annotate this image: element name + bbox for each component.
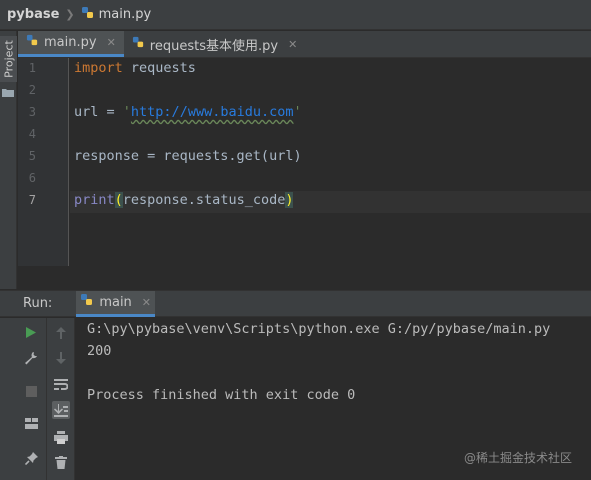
python-icon bbox=[80, 293, 94, 311]
line-number: 5 bbox=[28, 149, 36, 163]
pin-icon[interactable] bbox=[22, 449, 40, 467]
navigation-bar: pybase ❯ main.py bbox=[0, 0, 591, 30]
close-icon[interactable]: ✕ bbox=[288, 38, 297, 51]
run-tab-label: main bbox=[99, 294, 132, 310]
line-number: 3 bbox=[28, 105, 36, 119]
run-tab-main[interactable]: main ✕ bbox=[76, 290, 156, 317]
line-number: 2 bbox=[28, 83, 36, 97]
wrench-icon[interactable] bbox=[22, 349, 40, 367]
code-line-3: url = 'http://www.baidu.com' bbox=[74, 104, 302, 120]
python-file-icon bbox=[132, 36, 145, 53]
console-line: 200 bbox=[87, 343, 112, 359]
stop-icon[interactable] bbox=[22, 382, 40, 400]
code-line-1: import requests bbox=[74, 60, 196, 76]
code-text: url = bbox=[74, 104, 123, 120]
python-file-icon bbox=[81, 6, 95, 24]
arrow-up-icon[interactable] bbox=[52, 324, 70, 342]
editor-tab-bar: main.py ✕ requests基本使用.py ✕ bbox=[18, 31, 591, 58]
code-line-7: print(response.status_code) bbox=[74, 192, 294, 208]
run-toolbar-primary bbox=[0, 318, 47, 480]
chevron-right-icon: ❯ bbox=[65, 8, 75, 21]
code-line-5: response = requests.get(url) bbox=[74, 148, 302, 164]
layout-icon[interactable] bbox=[22, 414, 40, 432]
console-line: G:\py\pybase\venv\Scripts\python.exe G:/… bbox=[87, 321, 551, 337]
url-string[interactable]: http://www.baidu.com bbox=[131, 104, 294, 120]
line-number-gutter[interactable]: 1 2 3 4 5 6 7 bbox=[18, 58, 69, 266]
folder-icon[interactable] bbox=[2, 82, 14, 97]
python-file-icon bbox=[26, 34, 39, 51]
line-number: 4 bbox=[28, 127, 36, 141]
rerun-icon[interactable] bbox=[22, 323, 40, 341]
close-icon[interactable]: ✕ bbox=[142, 296, 151, 309]
string-quote: ' bbox=[293, 104, 302, 120]
code-text: requests bbox=[122, 60, 196, 76]
editor-bottom-space bbox=[18, 266, 591, 289]
keyword: import bbox=[74, 60, 123, 76]
line-number-current: 7 bbox=[28, 193, 36, 207]
project-tab-label: Project bbox=[2, 40, 15, 78]
console-line: Process finished with exit code 0 bbox=[87, 387, 356, 403]
scroll-to-end-icon[interactable] bbox=[52, 401, 70, 419]
matched-paren: ( bbox=[114, 192, 123, 208]
code-text: response = requests.get(url) bbox=[74, 148, 302, 164]
string-quote: ' bbox=[122, 104, 131, 120]
watermark: @稀土掘金技术社区 bbox=[464, 451, 573, 465]
print-icon[interactable] bbox=[52, 428, 70, 446]
tab-requests-basic[interactable]: requests基本使用.py ✕ bbox=[124, 31, 306, 57]
code-text: response.status_code bbox=[122, 192, 286, 208]
close-icon[interactable]: ✕ bbox=[107, 36, 116, 49]
run-toolwindow-header: Run: main ✕ bbox=[0, 290, 591, 317]
line-number: 6 bbox=[28, 171, 36, 185]
project-tool-tab[interactable]: Project bbox=[0, 36, 17, 82]
matched-paren: ) bbox=[285, 192, 294, 208]
soft-wrap-icon[interactable] bbox=[52, 376, 70, 394]
tab-main-py[interactable]: main.py ✕ bbox=[18, 31, 124, 57]
breadcrumb-file[interactable]: main.py bbox=[99, 7, 152, 22]
breadcrumb-project[interactable]: pybase bbox=[7, 7, 59, 22]
run-toolbar-secondary bbox=[47, 318, 75, 480]
tab-label: requests基本使用.py bbox=[149, 38, 279, 54]
run-title: Run: bbox=[23, 296, 53, 311]
builtin-function: print bbox=[74, 192, 115, 208]
line-number: 1 bbox=[28, 61, 36, 75]
trash-icon[interactable] bbox=[52, 453, 70, 471]
tab-label: main.py bbox=[44, 35, 97, 50]
code-editor[interactable]: import requests url = 'http://www.baidu.… bbox=[70, 58, 591, 266]
arrow-down-icon[interactable] bbox=[52, 349, 70, 367]
